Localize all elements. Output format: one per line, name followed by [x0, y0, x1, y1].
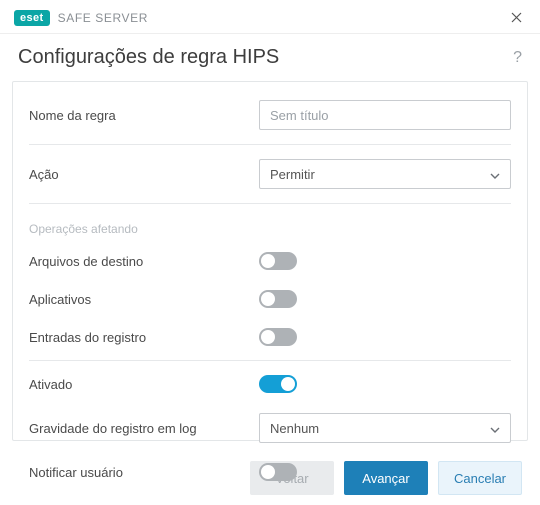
cancel-button[interactable]: Cancelar: [438, 461, 522, 495]
applications-label: Aplicativos: [29, 292, 259, 307]
row-log-severity: Gravidade do registro em log Nenhum: [29, 403, 511, 453]
notify-user-toggle[interactable]: [259, 463, 297, 481]
titlebar: eset SAFE SERVER: [0, 0, 540, 34]
row-applications: Aplicativos: [29, 280, 511, 318]
close-icon[interactable]: [506, 8, 526, 28]
dialog-header: Configurações de regra HIPS ?: [0, 34, 540, 81]
settings-panel: Nome da regra Ação Permitir Operações af…: [12, 81, 528, 441]
chevron-down-icon: [490, 421, 500, 436]
row-enabled: Ativado: [29, 365, 511, 403]
next-button[interactable]: Avançar: [344, 461, 428, 495]
action-label: Ação: [29, 167, 259, 182]
page-title: Configurações de regra HIPS: [18, 46, 279, 69]
operations-section-title: Operações afetando: [29, 208, 511, 242]
divider: [29, 360, 511, 361]
registry-entries-toggle[interactable]: [259, 328, 297, 346]
row-action: Ação Permitir: [29, 149, 511, 199]
enabled-label: Ativado: [29, 377, 259, 392]
notify-user-label: Notificar usuário: [29, 465, 259, 480]
enabled-toggle[interactable]: [259, 375, 297, 393]
brand-product: SAFE SERVER: [58, 11, 148, 25]
row-target-files: Arquivos de destino: [29, 242, 511, 280]
brand-badge: eset: [14, 10, 50, 26]
action-selected-value: Permitir: [270, 167, 315, 182]
rule-name-label: Nome da regra: [29, 108, 259, 123]
applications-toggle[interactable]: [259, 290, 297, 308]
chevron-down-icon: [490, 167, 500, 182]
log-severity-label: Gravidade do registro em log: [29, 421, 259, 436]
log-severity-selected-value: Nenhum: [270, 421, 319, 436]
target-files-label: Arquivos de destino: [29, 254, 259, 269]
divider: [29, 203, 511, 204]
action-select[interactable]: Permitir: [259, 159, 511, 189]
row-registry-entries: Entradas do registro: [29, 318, 511, 356]
registry-entries-label: Entradas do registro: [29, 330, 259, 345]
rule-name-input[interactable]: [259, 100, 511, 130]
target-files-toggle[interactable]: [259, 252, 297, 270]
help-icon[interactable]: ?: [513, 49, 522, 67]
divider: [29, 144, 511, 145]
row-rule-name: Nome da regra: [29, 90, 511, 140]
log-severity-select[interactable]: Nenhum: [259, 413, 511, 443]
